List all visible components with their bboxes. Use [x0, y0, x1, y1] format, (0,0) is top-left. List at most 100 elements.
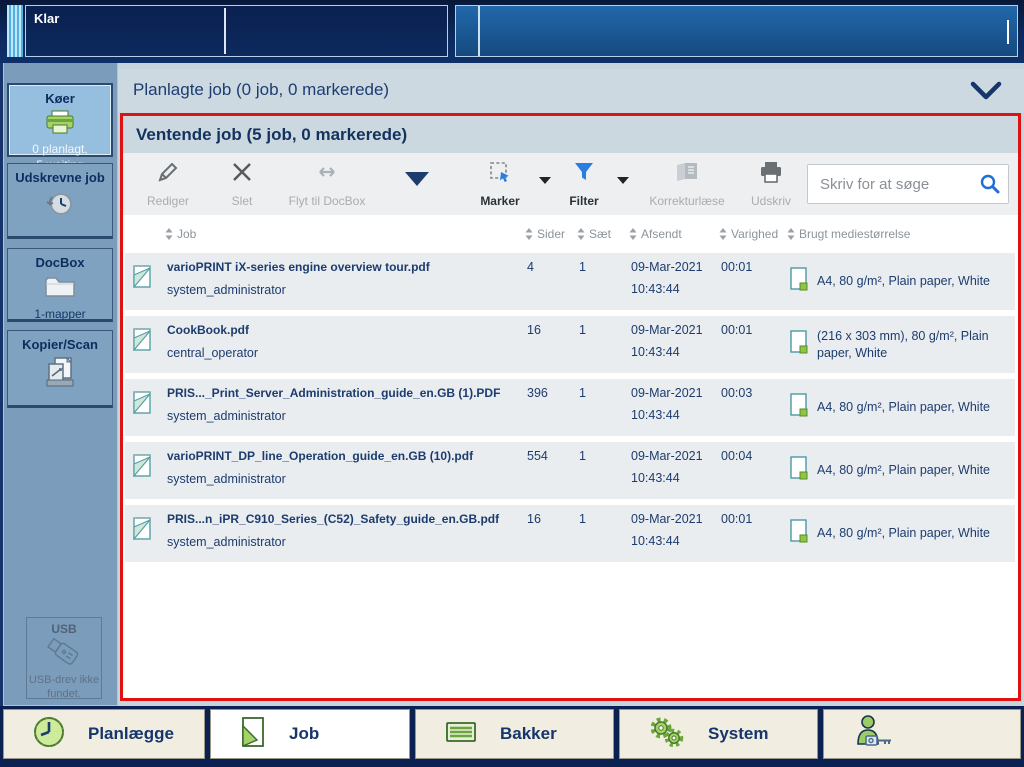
job-submitted: 09-Mar-2021 10:43:44: [623, 253, 713, 310]
mark-caret-icon[interactable]: [539, 176, 551, 184]
status-panel-right: [455, 5, 1018, 57]
table-row[interactable]: varioPRINT iX-series engine overview tou…: [125, 253, 1015, 310]
tab-jobs-label: Job: [289, 724, 320, 743]
tray-icon: [444, 719, 478, 750]
job-media-text: A4, 80 g/m², Plain paper, White: [817, 400, 991, 414]
move-to-docbox-button[interactable]: Flyt til DocBox: [277, 156, 377, 212]
tab-operator-login[interactable]: [823, 709, 1021, 759]
media-sheet-icon: [789, 455, 809, 486]
waiting-jobs-section: Ventende job (5 job, 0 markerede) Redige…: [120, 113, 1021, 701]
double-arrow-icon: [313, 160, 341, 189]
copy-scan-label: Kopier/Scan: [22, 337, 98, 352]
column-header-sets[interactable]: Sæt: [569, 227, 621, 241]
job-sets: 1: [579, 449, 586, 463]
queues-label: Køer: [45, 91, 75, 106]
body: Køer 0 planlagt, 5 waiting Udskrevne job: [0, 63, 1024, 706]
table-row[interactable]: PRIS..._Print_Server_Administration_guid…: [125, 379, 1015, 436]
sort-arrows-icon: [577, 228, 585, 240]
job-duration: 00:01: [721, 512, 753, 526]
job-pages: 554: [527, 449, 548, 463]
operator-key-icon: [852, 714, 896, 755]
proof-document-icon: [674, 160, 700, 189]
magnifier-icon[interactable]: [979, 173, 1001, 200]
print-button[interactable]: Udskriv: [735, 156, 807, 212]
sort-arrows-icon: [525, 228, 533, 240]
column-header-job[interactable]: Job: [157, 227, 517, 241]
status-panel-left: Klar: [25, 5, 448, 57]
sidebar-item-docbox[interactable]: DocBox 1-mapper: [7, 248, 113, 322]
delete-button[interactable]: Slet: [207, 156, 277, 212]
sort-arrows-icon: [719, 228, 727, 240]
job-submitted: 09-Mar-2021 10:43:44: [623, 505, 713, 562]
tab-system-label: System: [708, 724, 769, 743]
more-actions-triangle-icon[interactable]: [405, 172, 429, 186]
job-name: varioPRINT iX-series engine overview tou…: [167, 260, 430, 274]
sort-arrows-icon: [787, 228, 795, 240]
printed-jobs-label: Udskrevne job: [15, 170, 105, 185]
table-row[interactable]: varioPRINT_DP_line_Operation_guide_en.GB…: [125, 442, 1015, 499]
media-sheet-icon: [789, 518, 809, 549]
job-media-cell: A4, 80 g/m², Plain paper, White: [781, 253, 1015, 310]
job-owner: system_administrator: [167, 472, 286, 486]
job-media-text: A4, 80 g/m², Plain paper, White: [817, 526, 991, 540]
job-cell: PRIS...n_iPR_C910_Series_(C52)_Safety_gu…: [159, 505, 519, 562]
status-panel-divider: [224, 8, 226, 54]
table-row[interactable]: PRIS...n_iPR_C910_Series_(C52)_Safety_gu…: [125, 505, 1015, 562]
job-document-icon: [125, 505, 159, 562]
mark-button[interactable]: Marker: [471, 156, 529, 212]
printer-control-screen: Klar Køer 0 planlagt, Udskrevne job DocB…: [0, 0, 1024, 767]
jobs-table-body: varioPRINT iX-series engine overview tou…: [123, 253, 1018, 562]
sort-arrows-icon: [629, 228, 637, 240]
column-header-submitted[interactable]: Afsendt: [621, 227, 711, 241]
job-media-cell: A4, 80 g/m², Plain paper, White: [781, 379, 1015, 436]
sidebar: Køer 0 planlagt, 5 waiting Udskrevne job: [0, 63, 118, 706]
job-pages: 4: [527, 260, 534, 274]
job-media-text: A4, 80 g/m², Plain paper, White: [817, 463, 991, 477]
usb-message-line2: fundet.: [47, 688, 81, 700]
job-cell: varioPRINT_DP_line_Operation_guide_en.GB…: [159, 442, 519, 499]
tab-trays[interactable]: Bakker: [415, 709, 614, 759]
history-clock-icon: [8, 189, 112, 224]
tab-schedule[interactable]: Planlægge: [3, 709, 205, 759]
job-pages: 396: [527, 386, 548, 400]
sidebar-item-printed-jobs[interactable]: Udskrevne job: [7, 163, 113, 239]
edit-label: Rediger: [146, 194, 190, 208]
edit-button[interactable]: Rediger: [129, 156, 207, 212]
job-submitted-date: 09-Mar-2021: [631, 386, 703, 400]
mark-label: Marker: [480, 194, 520, 208]
table-row[interactable]: CookBook.pdf central_operator 16 1 09-Ma…: [125, 316, 1015, 373]
column-header-duration[interactable]: Varighed: [711, 227, 779, 241]
sidebar-panel: Køer 0 planlagt, 5 waiting Udskrevne job: [3, 63, 118, 706]
folder-icon: [8, 274, 112, 305]
job-sets: 1: [579, 260, 586, 274]
job-sets: 1: [579, 323, 586, 337]
job-cell: CookBook.pdf central_operator: [159, 316, 519, 373]
search-box: [807, 164, 1009, 204]
tab-trays-label: Bakker: [500, 724, 557, 743]
job-submitted: 09-Mar-2021 10:43:44: [623, 379, 713, 436]
sidebar-item-queues[interactable]: Køer 0 planlagt, 5 waiting: [7, 83, 113, 172]
filter-caret-icon[interactable]: [617, 176, 629, 184]
proofread-button[interactable]: Korrekturlæse: [639, 156, 735, 212]
tab-jobs[interactable]: Job: [210, 709, 410, 759]
job-name: PRIS...n_iPR_C910_Series_(C52)_Safety_gu…: [167, 512, 500, 526]
chevron-down-icon[interactable]: [970, 81, 1002, 106]
bottom-tab-bar: Planlægge Job Bakker System: [0, 706, 1024, 767]
job-submitted-time: 10:43:44: [631, 282, 680, 296]
job-media-cell: A4, 80 g/m², Plain paper, White: [781, 505, 1015, 562]
waiting-jobs-header: Ventende job (5 job, 0 markerede): [123, 116, 1018, 153]
column-header-media[interactable]: Brugt mediestørrelse: [779, 227, 1018, 241]
status-panel-subdivider: [478, 6, 480, 56]
job-duration: 00:04: [721, 449, 753, 463]
job-media-text: A4, 80 g/m², Plain paper, White: [817, 274, 991, 288]
column-header-pages[interactable]: Sider: [517, 227, 569, 241]
filter-button[interactable]: Filter: [561, 156, 607, 212]
document-icon: [239, 716, 267, 753]
job-owner: system_administrator: [167, 409, 286, 423]
print-label: Udskriv: [750, 194, 791, 208]
sidebar-item-copy-scan[interactable]: Kopier/Scan: [7, 330, 113, 408]
planned-jobs-title: Planlagte job (0 job, 0 markerede): [133, 80, 390, 99]
tab-system[interactable]: System: [619, 709, 818, 759]
planned-jobs-header[interactable]: Planlagte job (0 job, 0 markerede): [118, 69, 1024, 113]
docbox-label: DocBox: [35, 255, 85, 270]
